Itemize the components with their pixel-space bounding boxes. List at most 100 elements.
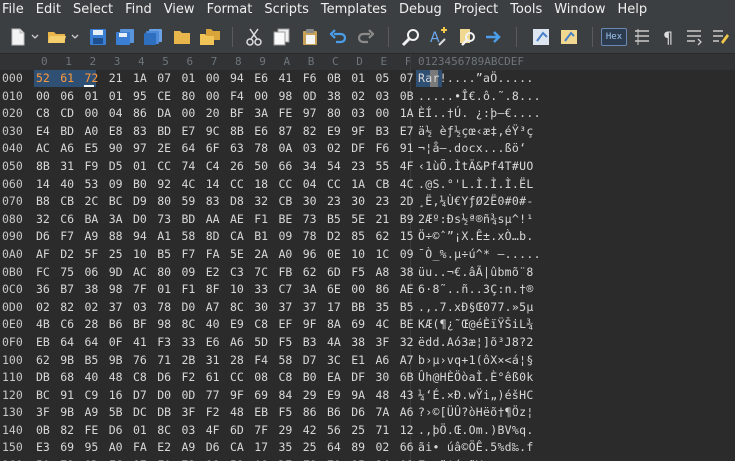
hex-byte[interactable]: B1 [254,229,268,243]
hex-byte[interactable]: 40 [60,177,74,191]
hex-byte[interactable]: 0A [279,141,293,155]
hex-byte[interactable]: 0B [327,71,341,85]
hex-byte[interactable]: 78 [157,300,171,314]
hex-byte[interactable]: 02 [36,300,50,314]
open-folder-button[interactable] [172,26,192,48]
hex-byte[interactable]: CC [230,177,244,191]
hex-byte[interactable]: 56 [327,423,341,437]
hex-row[interactable]: 060 14 40 53 09 B0 92 4C 14 CC 18 CC 04 CC 1A CB 4C .@S.°… [0,176,735,194]
hex-byte[interactable]: 69 [351,317,365,331]
hex-byte[interactable]: 64 [60,335,74,349]
hex-byte[interactable]: 62 [36,353,50,367]
hex-byte[interactable]: 32 [400,335,414,349]
hex-byte[interactable]: 78 [254,141,268,155]
hex-byte[interactable]: 9D [109,265,123,279]
hex-row[interactable]: 0E0 4B C6 28 B6 BF 98 8C 40 E9 C8 EF 9F 8A 69 4C BE KÆ(¶¿… [0,316,735,334]
hex-byte[interactable]: A6 [400,405,414,419]
template-button[interactable] [558,26,580,48]
hex-byte[interactable]: 28 [230,353,244,367]
hex-byte[interactable]: AE [230,212,244,226]
hex-byte[interactable]: 61 [206,370,220,384]
hex-byte[interactable]: BE [279,212,293,226]
hex-row[interactable]: 0F0 EB 64 64 0F 41 F3 33 E6 A6 5D F5 B3 4A 38 3F 32 ëdd.A… [0,334,735,352]
hex-byte[interactable]: 95 [85,440,99,454]
hex-byte[interactable]: 01 [157,282,171,296]
menu-templates[interactable]: Templates [319,0,387,20]
row-text[interactable]: 6·8˜..ñ..3Ç:n.†® [418,282,534,296]
hex-byte[interactable]: 5B [109,405,123,419]
hex-byte[interactable]: 34 [303,159,317,173]
hex-byte[interactable]: 98 [279,89,293,103]
hex-byte[interactable]: 54 [327,159,341,173]
hex-byte[interactable]: 2E [157,141,171,155]
hex-byte[interactable]: A8 [376,265,390,279]
row-text[interactable]: ä½ èƒ½çœ‹æ‡‚éŸ³ç [418,124,534,138]
hex-byte[interactable]: C6 [60,212,74,226]
hex-byte[interactable]: AE [400,282,414,296]
hex-byte[interactable]: 74 [182,159,196,173]
hex-byte[interactable]: E6 [254,71,268,85]
hex-byte[interactable]: 10 [351,247,365,261]
hex-byte[interactable]: F2 [182,370,196,384]
hex-byte[interactable]: 18 [254,177,268,191]
hex-byte[interactable]: CB [279,194,293,208]
hex-byte[interactable]: B0 [133,177,147,191]
hex-byte[interactable]: 03 [303,141,317,155]
hex-byte[interactable]: 09 [400,247,414,261]
hex-byte[interactable]: 00 [36,89,50,103]
hex-row[interactable]: 030 E4 BD A0 E8 83 BD E7 9C 8B E6 87 82 E9 9F B3 E7 ä½ èƒ… [0,123,735,141]
hex-byte[interactable]: 6B [400,370,414,384]
hex-byte[interactable]: B3 [376,124,390,138]
hex-byte[interactable]: CC [327,177,341,191]
menu-help[interactable]: Help [616,0,648,20]
hex-byte[interactable]: C8 [254,317,268,331]
hex-byte[interactable]: E9 [327,388,341,402]
hex-byte[interactable]: 8A [327,317,341,331]
save-as-button[interactable] [114,26,136,48]
row-text[interactable]: Ûh@HÈÖòaÌ.È°êß0k [418,370,534,384]
row-text[interactable]: ãi• úâ©ÖÊ.5%d‰.f [418,440,534,454]
hex-row[interactable]: 140 0B 82 FE D6 01 8C 03 4F 6D 7F 29 42 56 25 71 12 .‚þÖ.… [0,422,735,440]
hex-byte[interactable]: 09 [109,177,123,191]
hex-byte[interactable]: D7 [303,353,317,367]
open-file-button[interactable] [46,26,68,48]
hex-byte[interactable]: AA [206,212,220,226]
hex-byte[interactable]: 5D [254,335,268,349]
hex-byte[interactable]: 9A [351,388,365,402]
hex-byte[interactable]: B0 [303,370,317,384]
hex-byte[interactable]: 32 [36,212,50,226]
hex-byte[interactable]: 69 [254,388,268,402]
hex-byte[interactable]: E9 [230,317,244,331]
hex-byte[interactable]: E1 [351,353,365,367]
hex-byte[interactable]: 4A [327,335,341,349]
hex-byte[interactable]: 80 [157,265,171,279]
row-text[interactable]: .@S.°'L.Ì.Ì.Ì.ËL [418,177,534,191]
hex-byte[interactable]: 87 [279,124,293,138]
hex-byte[interactable]: 94 [230,71,244,85]
new-file-button[interactable] [8,26,28,48]
hex-byte[interactable]: BA [85,212,99,226]
row-text[interactable]: ÈÍ..†Ú. ¿:þ—€.... [418,106,541,120]
hex-byte[interactable]: AF [36,247,50,261]
hex-byte[interactable]: 64 [327,440,341,454]
hex-byte[interactable]: 41 [279,71,293,85]
hex-row[interactable]: 0D0 02 82 02 37 03 78 D0 A7 8C 30 37 37 17 BB 35 B5 .‚.7.… [0,299,735,317]
hex-byte[interactable]: 75 [60,265,74,279]
hex-byte[interactable]: 62 [303,265,317,279]
hex-byte[interactable]: CC [230,370,244,384]
hex-byte[interactable]: D2 [60,247,74,261]
ruler-button[interactable] [632,26,652,48]
hex-byte[interactable]: 78 [303,229,317,243]
hex-byte[interactable]: 91 [400,141,414,155]
hex-byte[interactable]: 9B [60,353,74,367]
row-text[interactable]: ‹1ùÕ.ÌtÄ&Pf4T#UO [418,159,534,173]
hex-byte[interactable]: 01 [133,423,147,437]
hex-byte[interactable]: 2D [400,194,414,208]
hex-byte[interactable]: CC [279,177,293,191]
hex-byte[interactable]: 4B [36,317,50,331]
hex-byte[interactable]: D8 [230,194,244,208]
hex-byte[interactable]: 01 [351,71,365,85]
hex-byte[interactable]: 6E [327,282,341,296]
hex-byte[interactable]: 62 [376,229,390,243]
hex-byte[interactable]: 37 [109,300,123,314]
